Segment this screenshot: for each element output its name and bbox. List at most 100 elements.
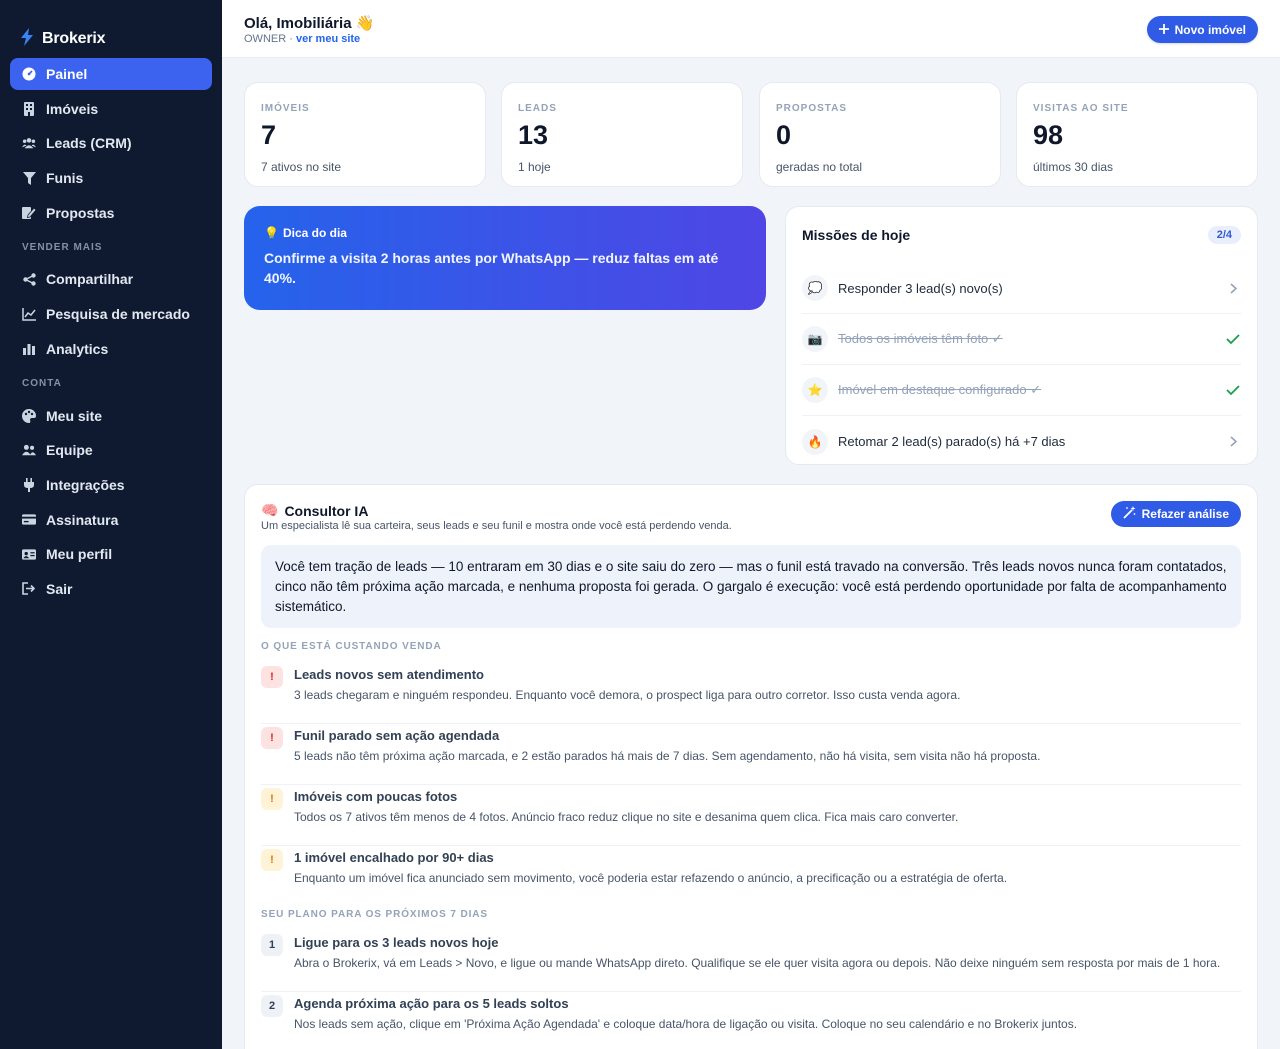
redo-analysis-button[interactable]: Refazer análise [1110,501,1241,527]
building-icon [22,101,36,116]
sidebar-item-propostas[interactable]: Propostas [10,197,212,229]
sidebar-item-integracoes[interactable]: Integrações [10,469,212,501]
check-icon [1225,331,1241,347]
plan-item-desc: Abra o Brokerix, vá em Leads > Novo, e l… [294,956,1221,970]
missions-title: Missões de hoje [802,227,911,243]
bar-chart-icon [22,342,36,356]
step-number-badge: 2 [261,995,283,1017]
plan-item-desc: Nos leads sem ação, clique em 'Próxima A… [294,1017,1078,1031]
lightning-icon [20,27,34,51]
cost-item-title: 1 imóvel encalhado por 90+ dias [294,850,494,865]
credit-card-icon [22,513,36,527]
sidebar-item-label: Leads (CRM) [46,135,132,152]
mission-item[interactable]: ⭐ Imóvel em destaque configurado ✓ [802,365,1241,416]
edit-icon [22,206,36,220]
stat-label: VISITAS AO SITE [1033,103,1129,114]
sidebar-item-label: Pesquisa de mercado [46,306,190,323]
ai-consultant-title-row: 🧠 Consultor IA [261,502,368,519]
sidebar-item-assinatura[interactable]: Assinatura [10,504,212,536]
warning-badge: ! [261,849,283,871]
plan-item-body: Ligue para os 3 leads novos hoje Abra o … [294,931,1220,991]
sidebar-item-label: Meu site [46,407,103,424]
analysis-summary: Você tem tração de leads — 10 entraram e… [261,545,1241,628]
plug-icon [22,477,36,492]
sidebar-section-conta: CONTA [22,378,62,389]
star-icon: ⭐ [802,377,828,403]
ai-consultant-subtitle: Um especialista lê sua carteira, seus le… [261,520,732,532]
stat-label: PROPOSTAS [776,103,848,114]
sidebar-item-label: Painel [46,66,88,82]
thought-bubble-icon: 💭 [802,275,828,301]
new-property-button[interactable]: Novo imóvel [1146,16,1258,43]
cost-item-desc: 5 leads não têm próxima ação marcada, e … [294,749,1041,763]
sidebar-item-sair[interactable]: Sair [10,573,212,605]
stat-label: LEADS [518,103,557,114]
sidebar-item-compartilhar[interactable]: Compartilhar [10,263,212,295]
mission-item[interactable]: 📷 Todos os imóveis têm foto ✓ [802,314,1241,365]
sidebar-nav: Painel Imóveis Leads (CRM) Funis Propost… [0,58,222,605]
plan-item: 1 Ligue para os 3 leads novos hoje Abra … [261,931,1241,992]
users-icon [22,136,36,150]
costs-heading: O QUE ESTÁ CUSTANDO VENDA [261,641,442,652]
sidebar: Brokerix Painel Imóveis Leads (CRM) Funi… [0,0,222,1049]
share-icon [22,272,36,286]
stat-card-visitas[interactable]: VISITAS AO SITE 98 últimos 30 dias [1016,82,1258,187]
cost-item-desc: Enquanto um imóvel fica anunciado sem mo… [294,871,1008,885]
alert-badge: ! [261,727,283,749]
dashboard-icon [22,67,36,81]
owner-line: OWNER · ver meu site [244,33,360,45]
sidebar-item-imoveis[interactable]: Imóveis [10,93,212,125]
tip-label-row: 💡 Dica do dia [264,226,746,240]
topbar: Olá, Imobiliária 👋 OWNER · ver meu site … [222,0,1280,58]
new-property-label: Novo imóvel [1174,22,1246,37]
plan-item-title: Agenda próxima ação para os 5 leads solt… [294,996,569,1011]
sidebar-item-label: Meu perfil [46,546,113,563]
stat-card-propostas[interactable]: PROPOSTAS 0 geradas no total [759,82,1001,187]
cost-item-body: Leads novos sem atendimento 3 leads cheg… [294,663,960,723]
step-number-badge: 1 [261,934,283,956]
stat-sub: 7 ativos no site [261,160,342,174]
chevron-right-icon [1225,280,1241,296]
sidebar-item-label: Sair [46,580,73,597]
sidebar-item-label: Compartilhar [46,271,134,288]
tip-label: Dica do dia [282,226,347,240]
plus-icon [1158,23,1169,37]
sidebar-section-vender-mais: VENDER MAIS [22,241,103,253]
sidebar-item-label: Analytics [46,340,109,357]
cost-item-title: Funil parado sem ação agendada [294,728,500,743]
sidebar-item-painel[interactable]: Painel [10,58,212,90]
sidebar-item-equipe[interactable]: Equipe [10,434,212,466]
separator: · [289,33,293,45]
magic-wand-icon [1122,506,1136,522]
sidebar-item-funis[interactable]: Funis [10,162,212,194]
tip-of-the-day: 💡 Dica do dia Confirme a visita 2 horas … [244,206,766,310]
cost-item: ! 1 imóvel encalhado por 90+ dias Enquan… [261,846,1241,907]
check-icon [1225,382,1241,398]
funnel-icon [22,171,36,185]
mission-item[interactable]: 💭 Responder 3 lead(s) novo(s) [802,263,1241,314]
stat-sub: 1 hoje [518,160,551,174]
mission-text: Retomar 2 lead(s) parado(s) há +7 dias [838,434,1066,449]
cost-item-title: Leads novos sem atendimento [294,667,484,682]
view-site-link[interactable]: ver meu site [296,33,360,45]
brain-icon: 🧠 [261,502,279,518]
palette-icon [22,408,36,423]
sidebar-item-analytics[interactable]: Analytics [10,333,212,365]
sidebar-item-meu-perfil[interactable]: Meu perfil [10,538,212,570]
ai-consultant-title: Consultor IA [284,502,369,519]
greeting: Olá, Imobiliária 👋 [244,15,375,32]
brand[interactable]: Brokerix [0,0,222,58]
sidebar-item-label: Funis [46,170,84,187]
mission-item[interactable]: 🔥 Retomar 2 lead(s) parado(s) há +7 dias [802,416,1241,467]
camera-icon: 📷 [802,326,828,352]
tip-text: Confirme a visita 2 horas antes por What… [264,250,719,286]
stat-card-imoveis[interactable]: IMÓVEIS 7 7 ativos no site [244,82,486,187]
stat-card-leads[interactable]: LEADS 13 1 hoje [501,82,743,187]
cost-item: ! Imóveis com poucas fotos Todos os 7 at… [261,785,1241,846]
sidebar-item-leads[interactable]: Leads (CRM) [10,127,212,159]
sidebar-item-pesquisa[interactable]: Pesquisa de mercado [10,298,212,330]
redo-analysis-label: Refazer análise [1141,507,1229,521]
plan-item-title: Ligue para os 3 leads novos hoje [294,935,499,950]
sidebar-item-meu-site[interactable]: Meu site [10,400,212,432]
mission-text: Responder 3 lead(s) novo(s) [838,280,1003,296]
